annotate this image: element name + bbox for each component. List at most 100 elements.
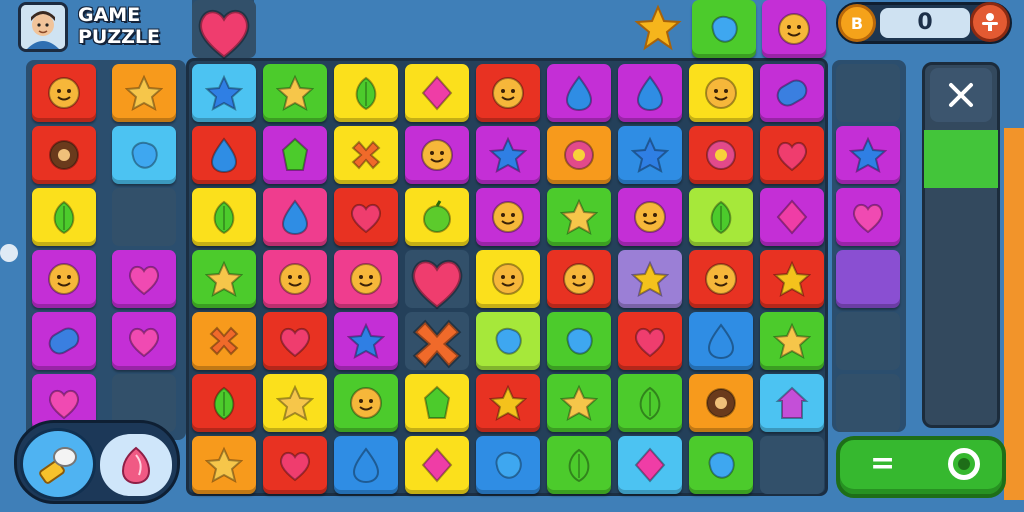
board-tile[interactable] <box>547 312 611 370</box>
left-tile[interactable] <box>112 126 176 184</box>
board-tile[interactable] <box>760 312 824 370</box>
board-tile[interactable] <box>476 312 540 370</box>
gem-booster-button[interactable] <box>100 434 172 496</box>
board-tile[interactable] <box>476 436 540 494</box>
board-tile[interactable] <box>547 64 611 122</box>
right-tile[interactable] <box>836 312 900 370</box>
top-tile[interactable] <box>692 0 756 58</box>
board-tile[interactable] <box>618 188 682 246</box>
board-tile[interactable] <box>334 64 398 122</box>
board-tile[interactable] <box>476 188 540 246</box>
board-tile[interactable] <box>476 374 540 432</box>
capsule-icon <box>48 327 80 355</box>
board-tile[interactable] <box>547 436 611 494</box>
board-tile[interactable] <box>689 126 753 184</box>
board-tile[interactable] <box>760 64 824 122</box>
board-tile[interactable] <box>192 188 256 246</box>
board-tile[interactable] <box>192 374 256 432</box>
board-tile[interactable] <box>334 436 398 494</box>
top-tile[interactable] <box>762 0 826 58</box>
right-tile[interactable] <box>836 126 900 184</box>
board-tile[interactable] <box>760 250 824 308</box>
close-button[interactable] <box>930 68 992 122</box>
board-tile[interactable] <box>405 436 469 494</box>
board-tile[interactable] <box>405 250 469 310</box>
board-tile[interactable] <box>263 374 327 432</box>
board-tile[interactable] <box>334 126 398 184</box>
board-tile[interactable] <box>476 250 540 308</box>
board-tile[interactable] <box>689 188 753 246</box>
board-tile[interactable] <box>263 64 327 122</box>
board-tile[interactable] <box>618 64 682 122</box>
board-tile[interactable] <box>547 126 611 184</box>
board-tile[interactable] <box>547 374 611 432</box>
close-icon <box>949 83 973 107</box>
board-tile[interactable] <box>263 312 327 370</box>
board-tile[interactable] <box>263 250 327 308</box>
board-tile[interactable] <box>618 126 682 184</box>
board-tile[interactable] <box>618 436 682 494</box>
left-tile[interactable] <box>32 64 96 122</box>
left-tile[interactable] <box>32 126 96 184</box>
star-icon <box>205 260 243 297</box>
left-tile[interactable] <box>112 64 176 122</box>
face-icon <box>778 13 810 45</box>
hammer-booster-button[interactable] <box>20 428 96 500</box>
board-tile[interactable] <box>405 312 469 370</box>
board-tile[interactable] <box>689 374 753 432</box>
board-tile[interactable] <box>618 250 682 308</box>
left-tile[interactable] <box>32 312 96 370</box>
board-tile[interactable] <box>547 250 611 308</box>
board-tile[interactable] <box>334 374 398 432</box>
board-tile[interactable] <box>405 126 469 184</box>
board-tile[interactable] <box>618 374 682 432</box>
board-tile[interactable] <box>192 312 256 370</box>
board-tile[interactable] <box>192 64 256 122</box>
settings-icon[interactable] <box>948 448 980 480</box>
board-tile[interactable] <box>263 436 327 494</box>
board-tile[interactable] <box>405 188 469 246</box>
board-tile[interactable] <box>405 64 469 122</box>
left-tile[interactable] <box>112 188 176 246</box>
board-tile[interactable] <box>760 126 824 184</box>
board-tile[interactable] <box>192 436 256 494</box>
side-strip <box>1004 128 1024 500</box>
top-slot-tile[interactable] <box>192 0 256 60</box>
board-tile[interactable] <box>689 312 753 370</box>
left-tile[interactable] <box>32 250 96 308</box>
board-tile[interactable] <box>760 188 824 246</box>
board-tile[interactable] <box>760 436 824 494</box>
board-tile[interactable] <box>334 250 398 308</box>
avatar[interactable] <box>18 2 68 52</box>
heart-icon <box>411 259 463 310</box>
board-tile[interactable] <box>760 374 824 432</box>
face-icon <box>492 77 524 109</box>
board-tile[interactable] <box>334 312 398 370</box>
board-tile[interactable] <box>547 188 611 246</box>
left-tile[interactable] <box>112 250 176 308</box>
board-tile[interactable] <box>689 436 753 494</box>
right-tile[interactable] <box>836 188 900 246</box>
board-tile[interactable] <box>263 126 327 184</box>
board-tile[interactable] <box>192 250 256 308</box>
board-tile[interactable] <box>476 126 540 184</box>
profile-button[interactable] <box>970 2 1010 42</box>
heart-icon <box>279 451 311 482</box>
board-tile[interactable] <box>689 64 753 122</box>
board-tile[interactable] <box>263 188 327 246</box>
right-tile[interactable] <box>836 374 900 432</box>
board-tile[interactable] <box>618 312 682 370</box>
left-tile[interactable] <box>112 312 176 370</box>
blob-icon <box>495 451 522 479</box>
right-tile[interactable] <box>836 64 900 122</box>
left-tile[interactable] <box>32 188 96 246</box>
board-tile[interactable] <box>476 64 540 122</box>
circle-icon <box>49 140 79 170</box>
play-button[interactable] <box>836 436 1006 498</box>
board-tile[interactable] <box>192 126 256 184</box>
board-tile[interactable] <box>334 188 398 246</box>
face-icon <box>48 77 80 109</box>
board-tile[interactable] <box>405 374 469 432</box>
board-tile[interactable] <box>689 250 753 308</box>
right-tile[interactable] <box>836 250 900 308</box>
